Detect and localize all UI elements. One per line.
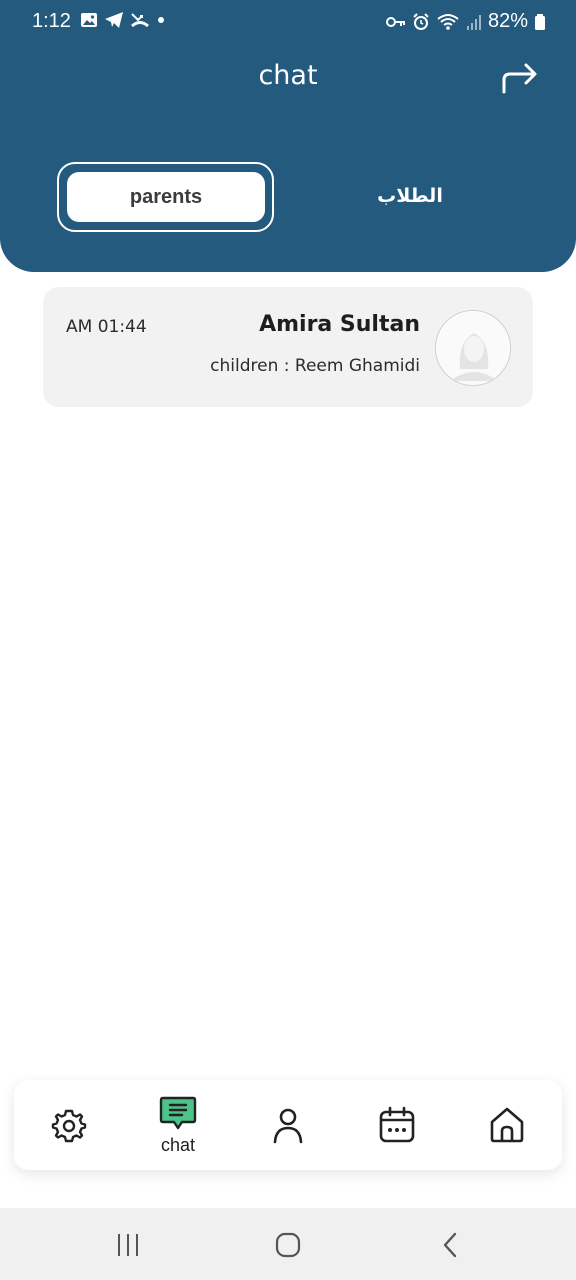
nav-home[interactable] bbox=[467, 1080, 547, 1170]
nav-chat-label: chat bbox=[160, 1134, 196, 1155]
bottom-navigation: chat bbox=[14, 1080, 562, 1170]
signal-icon bbox=[466, 14, 481, 30]
tab-parents[interactable]: parents bbox=[67, 172, 265, 222]
nav-profile[interactable] bbox=[248, 1080, 328, 1170]
share-button[interactable] bbox=[500, 58, 540, 98]
calendar-icon bbox=[379, 1106, 415, 1143]
system-navigation-bar bbox=[0, 1208, 576, 1280]
chat-time: AM 01:44 bbox=[66, 317, 147, 337]
system-home-button[interactable] bbox=[268, 1228, 308, 1262]
missed-call-icon bbox=[131, 13, 149, 28]
system-back-button[interactable] bbox=[430, 1228, 470, 1262]
battery-percent: 82% bbox=[487, 10, 528, 32]
battery-icon bbox=[535, 13, 545, 30]
chat-list-item[interactable]: AM 01:44 Amira Sultan children : Reem Gh… bbox=[43, 287, 533, 407]
chat-icon bbox=[159, 1096, 197, 1129]
page-title: chat bbox=[258, 60, 318, 91]
status-left-icons bbox=[80, 11, 166, 29]
key-icon bbox=[385, 16, 405, 27]
chat-children-label: children : Reem Ghamidi bbox=[210, 356, 420, 376]
status-bar: 1:12 82% bbox=[0, 0, 576, 44]
recent-apps-button[interactable] bbox=[108, 1228, 148, 1262]
avatar bbox=[435, 310, 511, 386]
tab-students[interactable]: الطلاب bbox=[330, 176, 490, 216]
user-icon bbox=[273, 1108, 303, 1144]
avatar-placeholder-icon bbox=[437, 312, 510, 385]
chat-contact-name: Amira Sultan bbox=[259, 312, 420, 337]
dot-icon bbox=[158, 17, 164, 23]
recent-apps-icon bbox=[118, 1234, 138, 1256]
app-header: 1:12 82% chat parents الطلاب bbox=[0, 0, 576, 272]
nav-chat[interactable]: chat bbox=[138, 1080, 218, 1170]
image-icon bbox=[81, 13, 97, 27]
nav-calendar[interactable] bbox=[357, 1080, 437, 1170]
home-icon bbox=[490, 1107, 524, 1143]
back-icon bbox=[443, 1232, 457, 1258]
share-arrow-icon bbox=[502, 63, 537, 94]
status-right: 82% bbox=[385, 10, 546, 33]
telegram-icon bbox=[105, 12, 123, 28]
home-circle-icon bbox=[275, 1232, 301, 1258]
alarm-icon bbox=[413, 12, 429, 30]
nav-settings[interactable] bbox=[29, 1080, 109, 1170]
status-time: 1:12 bbox=[32, 10, 71, 32]
gear-icon bbox=[51, 1109, 87, 1143]
wifi-icon bbox=[437, 13, 459, 30]
